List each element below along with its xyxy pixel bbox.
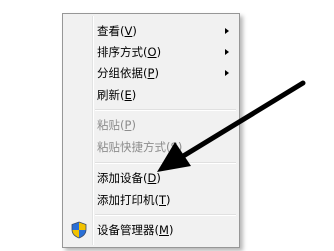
- access-key: E: [124, 88, 132, 102]
- access-key: P: [124, 118, 132, 132]
- submenu-arrow-icon: [225, 49, 229, 55]
- menu-item-refresh[interactable]: 刷新(E): [65, 85, 237, 105]
- menu-item-label: 添加打印机: [97, 193, 155, 207]
- menu-item-group-by[interactable]: 分组依据(P): [65, 63, 237, 83]
- menu-separator: [95, 162, 236, 164]
- access-key: S: [170, 140, 178, 154]
- menu-item-label: 分组依据: [97, 66, 143, 80]
- menu-item-sort-by[interactable]: 排序方式(O): [65, 42, 237, 62]
- menu-item-label: 设备管理器: [97, 223, 155, 237]
- menu-item-paste-shortcut: 粘贴快捷方式(S): [97, 140, 183, 154]
- menu-item-label: 排序方式: [97, 45, 143, 59]
- access-key: P: [147, 66, 155, 80]
- access-key: D: [147, 171, 157, 185]
- uac-shield-icon: [70, 221, 88, 239]
- menu-item-label: 粘贴: [97, 118, 120, 132]
- menu-item-add-printer[interactable]: 添加打印机(T): [65, 190, 237, 210]
- menu-item-label: 刷新: [97, 88, 120, 102]
- access-key: O: [147, 45, 157, 59]
- menu-item-paste: 粘贴(P): [97, 118, 136, 132]
- context-menu: 查看(V) 排序方式(O) 分组依据(P) 刷新(E) 粘贴(P) 粘贴快捷方式…: [62, 13, 240, 248]
- menu-item-label: 查看: [97, 24, 120, 38]
- menu-separator: [95, 109, 236, 111]
- menu-item-view[interactable]: 查看(V): [65, 21, 237, 41]
- menu-item-add-device[interactable]: 添加设备(D): [65, 168, 237, 188]
- access-key: M: [159, 223, 169, 237]
- menu-separator: [95, 214, 236, 216]
- access-key: T: [159, 193, 167, 207]
- menu-item-label: 粘贴快捷方式: [97, 140, 166, 154]
- submenu-arrow-icon: [225, 28, 229, 34]
- menu-item-device-manager[interactable]: 设备管理器(M): [65, 220, 237, 240]
- menu-item-label: 添加设备: [97, 171, 143, 185]
- submenu-arrow-icon: [225, 70, 229, 76]
- access-key: V: [124, 24, 133, 38]
